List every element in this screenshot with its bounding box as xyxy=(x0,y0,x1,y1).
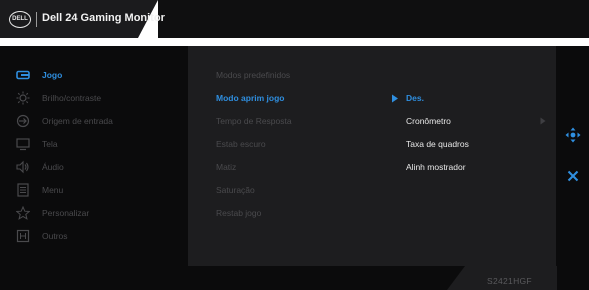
submenu-item-estab-escuro[interactable]: Estab escuro xyxy=(216,139,266,149)
audio-icon xyxy=(16,160,29,174)
option-alinh-mostrador[interactable]: Alinh mostrador xyxy=(406,162,466,172)
submenu-column: Modos predefinidos Modo aprim jogo Tempo… xyxy=(188,46,364,266)
menu-item-menu[interactable]: Menu xyxy=(42,185,63,195)
display-icon xyxy=(16,138,30,151)
title-bar-fill xyxy=(158,0,589,38)
menu-item-brilho[interactable]: Brilho/contraste xyxy=(42,93,101,103)
submenu-arrow-icon xyxy=(540,117,546,125)
menu-item-jogo[interactable]: Jogo xyxy=(42,70,62,80)
menu-item-outros[interactable]: Outros xyxy=(42,231,68,241)
submenu-item-restab-jogo[interactable]: Restab jogo xyxy=(216,208,261,218)
submenu-item-saturacao[interactable]: Saturação xyxy=(216,185,255,195)
others-icon xyxy=(16,229,30,243)
menu-item-tela[interactable]: Tela xyxy=(42,139,58,149)
control-column xyxy=(556,46,589,266)
title-separator xyxy=(36,12,37,27)
osd-title: Dell 24 Gaming Monitor xyxy=(42,12,165,24)
submenu-item-tempo-resposta[interactable]: Tempo de Resposta xyxy=(216,116,292,126)
option-cronometro[interactable]: Cronômetro xyxy=(406,116,451,126)
menu-item-audio[interactable]: Áudio xyxy=(42,162,64,172)
menu-icon xyxy=(17,183,29,197)
input-source-icon xyxy=(16,114,30,128)
close-icon[interactable] xyxy=(567,170,579,182)
osd-title-bar: DELL Dell 24 Gaming Monitor xyxy=(0,0,589,38)
osd-main-area: Jogo Brilho/contraste Origem de entrada xyxy=(0,46,589,266)
navigate-icon[interactable] xyxy=(565,127,581,143)
model-name: S2421HGF xyxy=(487,276,532,286)
submenu-item-matiz[interactable]: Matiz xyxy=(216,162,236,172)
menu-item-personalizar[interactable]: Personalizar xyxy=(42,208,89,218)
option-taxa-quadros[interactable]: Taxa de quadros xyxy=(406,139,469,149)
main-menu-column: Jogo Brilho/contraste Origem de entrada xyxy=(0,46,188,266)
selected-arrow-icon xyxy=(392,94,398,103)
brightness-icon xyxy=(16,91,30,105)
submenu-item-modo-aprim-jogo[interactable]: Modo aprim jogo xyxy=(216,93,284,103)
options-column: Des. Cronômetro Taxa de quadros Alinh mo… xyxy=(364,46,556,266)
option-des[interactable]: Des. xyxy=(406,93,424,103)
title-gap xyxy=(0,38,589,46)
star-icon xyxy=(16,206,30,220)
dell-logo: DELL xyxy=(9,11,31,28)
menu-item-origem[interactable]: Origem de entrada xyxy=(42,116,113,126)
game-icon xyxy=(16,70,30,80)
monitor-osd: DELL Dell 24 Gaming Monitor Jogo Brilho/… xyxy=(0,0,589,290)
submenu-item-modos-predefinidos[interactable]: Modos predefinidos xyxy=(216,70,290,80)
